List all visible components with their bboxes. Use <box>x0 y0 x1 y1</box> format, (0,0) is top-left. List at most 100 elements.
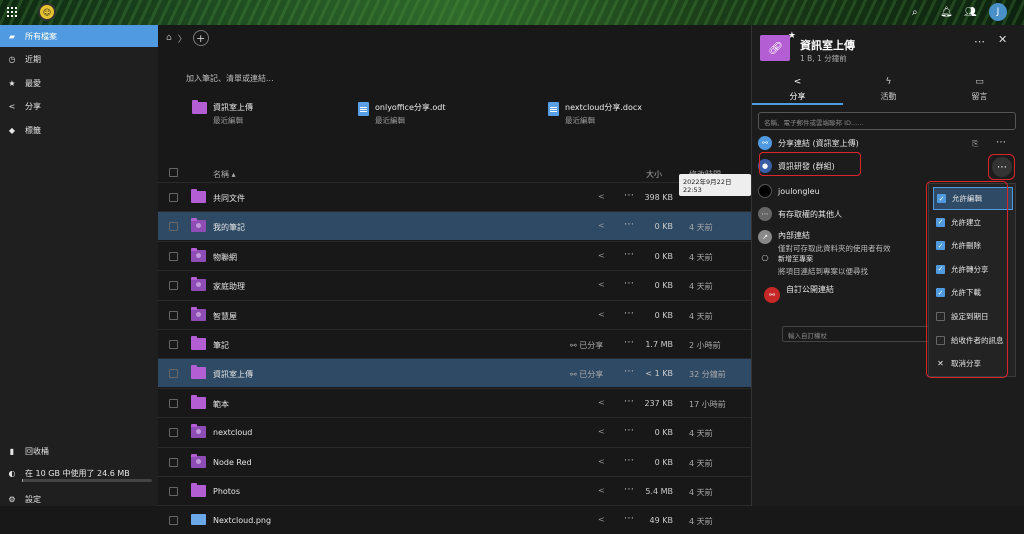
sidebar-item-trash[interactable]: ▮ 回收桶 <box>0 440 158 462</box>
share-icon[interactable]: < <box>598 427 605 436</box>
more-icon[interactable]: ⋯ <box>624 455 635 466</box>
row-checkbox[interactable] <box>169 222 178 232</box>
contacts-icon[interactable]: 👥︎ <box>964 7 977 18</box>
row-checkbox[interactable] <box>169 428 178 438</box>
more-icon[interactable]: ⋯ <box>624 484 635 495</box>
more-icon[interactable]: ⋯ <box>624 366 635 377</box>
row-checkbox[interactable] <box>169 398 178 408</box>
select-all-checkbox[interactable] <box>169 168 178 177</box>
shared-status[interactable]: ⚯ 已分享 <box>570 369 603 380</box>
table-row[interactable]: 智慧屋 < ⋯ 0 KB 4 天前 <box>158 299 751 329</box>
row-checkbox[interactable] <box>169 369 178 379</box>
share-icon[interactable]: < <box>598 251 605 260</box>
more-icon[interactable]: ⋯ <box>624 219 635 230</box>
sidebar-item-settings[interactable]: ⚙ 設定 <box>0 488 158 510</box>
file-name[interactable]: nextcloud <box>213 428 252 437</box>
top-bar: ☺ ⌕ 🔔︎ 👥︎ J <box>0 0 1024 25</box>
row-checkbox[interactable] <box>169 251 178 261</box>
link-icon: ⚯ <box>764 287 780 303</box>
more-icon[interactable]: ⋯ <box>624 396 635 407</box>
sidebar-item-all-files[interactable]: ▰ 所有檔案 <box>0 25 158 47</box>
share-icon[interactable]: < <box>598 457 605 466</box>
table-row[interactable]: 物聯網 < ⋯ 0 KB 4 天前 <box>158 240 751 270</box>
custom-link-row[interactable]: ⚯ 自訂公開連結 <box>764 285 834 303</box>
row-checkbox[interactable] <box>169 281 178 291</box>
sidebar-item-shares[interactable]: < 分享 <box>0 95 158 117</box>
share-icon[interactable]: < <box>598 310 605 319</box>
share-icon[interactable]: < <box>598 515 605 524</box>
share-link-row[interactable]: ⚯ 分享連結 (資訊室上傳) <box>758 136 859 150</box>
more-icon[interactable]: ⋯ <box>624 513 635 524</box>
file-name[interactable]: 資訊室上傳 <box>213 369 253 380</box>
share-user-row[interactable]: joulongleu <box>758 184 820 198</box>
home-icon[interactable]: ⌂ <box>166 33 172 43</box>
more-icon[interactable]: ⋯ <box>624 190 635 201</box>
more-icon[interactable]: ⋯ <box>624 308 635 319</box>
share-icon[interactable]: < <box>598 280 605 289</box>
sidebar-item-favorites[interactable]: ★ 最愛 <box>0 72 158 94</box>
file-name[interactable]: 共同文件 <box>213 193 245 204</box>
table-row[interactable]: 筆記 ⚯ 已分享 ⋯ 1.7 MB 2 小時前 <box>158 329 751 358</box>
file-name[interactable]: 範本 <box>213 399 229 410</box>
custom-token-input[interactable]: 輸入自訂權杖 <box>782 326 932 342</box>
sidebar-item-tags[interactable]: ◆ 標籤 <box>0 119 158 141</box>
sidebar-item-recent[interactable]: ◷ 近期 <box>0 48 158 70</box>
table-row[interactable]: 共同文件 < ⋯ 398 KB <box>158 182 751 211</box>
row-checkbox[interactable] <box>169 310 178 320</box>
star-icon[interactable]: ★ <box>788 31 796 41</box>
column-size[interactable]: 大小 <box>646 169 662 180</box>
table-row[interactable]: nextcloud < ⋯ 0 KB 4 天前 <box>158 417 751 446</box>
recent-item[interactable]: nextcloud分享.docx 最近編輯 <box>548 102 642 126</box>
file-name[interactable]: 筆記 <box>213 340 229 351</box>
add-project-row[interactable]: ⎔ 新增至專案 將項目連結到專案以便尋找 <box>758 254 869 277</box>
table-row[interactable]: Node Red < ⋯ 0 KB 4 天前 <box>158 446 751 476</box>
shared-status[interactable]: ⚯ 已分享 <box>570 340 603 351</box>
row-checkbox[interactable] <box>169 487 178 496</box>
table-row[interactable]: 我的筆記 < ⋯ 0 KB 4 天前 <box>158 211 751 241</box>
table-row[interactable]: Nextcloud.png < ⋯ 49 KB 4 天前 <box>158 505 751 534</box>
app-menu-icon[interactable] <box>7 7 17 17</box>
logo-icon[interactable]: ☺ <box>38 3 56 21</box>
clipboard-icon[interactable]: ⎘ <box>972 139 978 149</box>
share-icon[interactable]: < <box>598 221 605 230</box>
search-icon[interactable]: ⌕ <box>912 7 918 18</box>
share-icon[interactable]: < <box>598 192 605 201</box>
share-icon[interactable]: < <box>598 398 605 407</box>
recent-item[interactable]: onlyoffice分享.odt 最近編輯 <box>358 102 446 126</box>
table-row[interactable]: 家庭助理 < ⋯ 0 KB 4 天前 <box>158 270 751 299</box>
row-checkbox[interactable] <box>169 340 178 349</box>
others-access-row[interactable]: ⋯ 有存取權的其他人 <box>758 207 842 221</box>
file-name[interactable]: 智慧屋 <box>213 311 237 322</box>
user-avatar[interactable]: J <box>989 3 1007 21</box>
table-row[interactable]: 資訊室上傳 ⚯ 已分享 ⋯ < 1 KB 32 分鐘前 <box>158 358 751 388</box>
tab-comments[interactable]: ▭ 留言 <box>934 77 1024 105</box>
internal-link-row[interactable]: ↗ 內部連結 僅對可存取此資料夾的使用者有效 <box>758 230 891 254</box>
notes-hint[interactable]: 加入筆記、清單或連結... <box>186 73 274 84</box>
file-name[interactable]: 家庭助理 <box>213 281 245 292</box>
tab-activity[interactable]: ϟ 活動 <box>843 77 934 105</box>
file-name[interactable]: 物聯網 <box>213 252 237 263</box>
file-name[interactable]: Node Red <box>213 458 252 467</box>
more-icon[interactable]: ⋯ <box>624 337 635 348</box>
bell-icon[interactable]: 🔔︎ <box>940 7 953 18</box>
close-icon[interactable]: ✕ <box>998 33 1007 46</box>
share-icon[interactable]: < <box>598 486 605 495</box>
row-checkbox[interactable] <box>169 457 178 467</box>
table-row[interactable]: Photos < ⋯ 5.4 MB 4 天前 <box>158 476 751 505</box>
share-search-input[interactable]: 名稱、電子郵件或雲端聯邦 ID...... <box>758 112 1016 130</box>
row-checkbox[interactable] <box>169 516 178 526</box>
more-icon[interactable]: ⋯ <box>974 35 985 48</box>
file-name[interactable]: Photos <box>213 487 240 496</box>
column-name[interactable]: 名稱 ▴ <box>213 169 236 180</box>
more-icon[interactable]: ⋯ <box>624 425 635 436</box>
new-button[interactable]: + <box>192 30 209 46</box>
more-icon[interactable]: ⋯ <box>996 137 1006 148</box>
file-name[interactable]: Nextcloud.png <box>213 516 271 525</box>
file-name[interactable]: 我的筆記 <box>213 222 245 233</box>
more-icon[interactable]: ⋯ <box>624 249 635 260</box>
table-row[interactable]: 範本 < ⋯ 237 KB 17 小時前 <box>158 387 751 417</box>
recent-item[interactable]: 資訊室上傳 最近編輯 <box>192 100 253 126</box>
more-icon[interactable]: ⋯ <box>624 278 635 289</box>
tab-sharing[interactable]: < 分享 <box>752 77 843 105</box>
row-checkbox[interactable] <box>169 193 178 202</box>
